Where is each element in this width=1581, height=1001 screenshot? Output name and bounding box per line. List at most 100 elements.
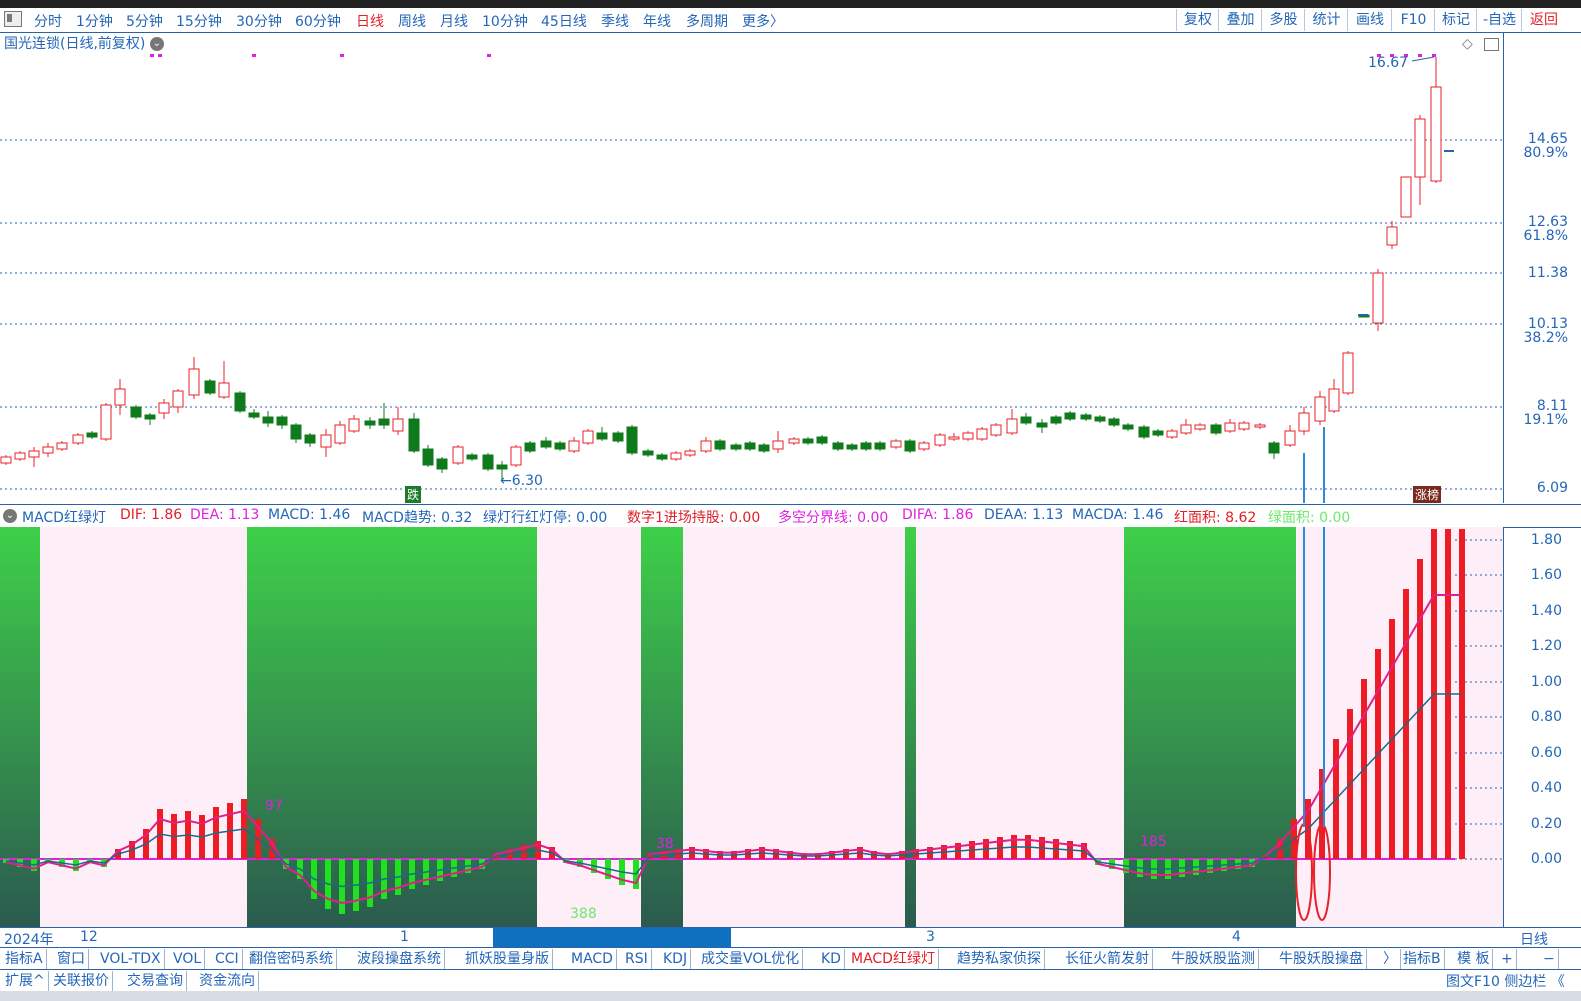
collapse-circle-icon[interactable]: ⌄ <box>3 509 17 523</box>
macd-indicator-chart[interactable] <box>0 527 1503 927</box>
toolbar-button-5[interactable]: F10 <box>1391 9 1435 31</box>
candle-body <box>482 454 494 470</box>
candle-body <box>234 392 246 412</box>
period-14[interactable]: 更多〉 <box>742 11 784 31</box>
period-10[interactable]: 45日线 <box>541 11 587 31</box>
candle-body <box>582 430 594 444</box>
candle-body <box>204 380 216 394</box>
indicator-tab-18[interactable]: 〉 <box>1380 949 1401 969</box>
green-zone-background <box>247 527 537 927</box>
period-12[interactable]: 年线 <box>643 11 671 31</box>
toolbar-button-3[interactable]: 统计 <box>1304 9 1348 31</box>
dropdown-circle-icon[interactable]: ⌄ <box>149 37 164 51</box>
candle-body <box>934 434 946 446</box>
period-3[interactable]: 15分钟 <box>176 11 222 31</box>
candle-body <box>596 432 608 440</box>
visible-range-highlight[interactable] <box>493 928 731 947</box>
period-11[interactable]: 季线 <box>601 11 629 31</box>
diamond-icon[interactable]: ◇ <box>1462 36 1473 52</box>
bottom-item-0[interactable]: 扩展^ <box>2 971 49 991</box>
indicator-tab-4[interactable]: CCI <box>212 949 243 969</box>
period-1[interactable]: 1分钟 <box>76 11 113 31</box>
period-7[interactable]: 周线 <box>398 11 426 31</box>
period-4[interactable]: 30分钟 <box>236 11 282 31</box>
indicator-tab-17[interactable]: 牛股妖股操盘 <box>1276 949 1367 969</box>
candle-body <box>1036 422 1048 428</box>
candle-body <box>540 440 552 448</box>
candle-body <box>14 452 26 460</box>
signal-dot <box>150 54 154 57</box>
toolbar-button-2[interactable]: 多股 <box>1261 9 1305 31</box>
period-2[interactable]: 5分钟 <box>126 11 163 31</box>
indicator-value-2: DEA: 1.13 <box>190 507 260 523</box>
candle-body <box>816 436 828 444</box>
indicator-tab-14[interactable]: 趋势私家侦探 <box>954 949 1045 969</box>
period-6[interactable]: 日线 <box>356 11 384 31</box>
indicator-tab-16[interactable]: 牛股妖股监测 <box>1168 949 1259 969</box>
candle-body <box>1400 176 1412 218</box>
indicator-tab-20[interactable]: 模 板 <box>1454 949 1494 969</box>
candle-body <box>1238 422 1250 430</box>
indicator-tab-0[interactable]: 指标A <box>2 949 47 969</box>
candlestick-chart[interactable] <box>0 33 1503 503</box>
die-tag: 跌 <box>405 486 422 503</box>
toolbar-button-8[interactable]: 返回 <box>1521 9 1566 31</box>
candle-body <box>436 458 448 470</box>
period-5[interactable]: 60分钟 <box>295 11 341 31</box>
date-label: 3 <box>926 929 935 945</box>
candle-body <box>904 440 916 452</box>
indicator-tab-15[interactable]: 长征火箭发射 <box>1062 949 1153 969</box>
indicator-tab-22[interactable]: − <box>1540 949 1559 969</box>
date-label: 1 <box>400 929 409 945</box>
indicator-tab-8[interactable]: MACD <box>568 949 617 969</box>
toolbar-button-4[interactable]: 画线 <box>1347 9 1392 31</box>
bottom-item-2[interactable]: 交易查询 <box>124 971 187 991</box>
indicator-tab-21[interactable]: + <box>1498 949 1517 969</box>
window-icon[interactable] <box>1484 38 1499 51</box>
indicator-tab-11[interactable]: 成交量VOL优化 <box>698 949 804 969</box>
period-13[interactable]: 多周期 <box>686 11 728 31</box>
bottom-right-links[interactable]: 图文F10 侧边栏 《 <box>1446 971 1565 991</box>
indicator-tab-12[interactable]: KD <box>818 949 845 969</box>
candle-body <box>1268 442 1280 454</box>
toolbar-button-6[interactable]: 标记 <box>1434 9 1477 31</box>
bottom-item-1[interactable]: 关联报价 <box>50 971 113 991</box>
period-9[interactable]: 10分钟 <box>482 11 528 31</box>
date-label: 12 <box>80 929 98 945</box>
panel-toggle-icon[interactable] <box>4 11 22 27</box>
period-name: 日线 <box>1520 932 1548 948</box>
indicator-tab-13[interactable]: MACD红绿灯 <box>848 949 939 969</box>
candle-body <box>642 450 654 456</box>
toolbar-button-7[interactable]: -自选 <box>1476 9 1522 31</box>
indicator-tab-10[interactable]: KDJ <box>660 949 692 969</box>
candle-body <box>1194 424 1206 430</box>
candle-body <box>290 424 302 440</box>
indicator-tab-5[interactable]: 翻倍密码系统 <box>246 949 337 969</box>
indicator-tab-9[interactable]: RSI <box>622 949 652 969</box>
indicator-axis-label: 0.80 <box>1530 709 1562 725</box>
candle-body <box>1210 424 1222 434</box>
indicator-tab-1[interactable]: 窗口 <box>54 949 89 969</box>
toolbar-button-0[interactable]: 复权 <box>1176 9 1219 31</box>
candle-body <box>700 440 712 452</box>
candle-body <box>172 390 184 408</box>
candle-body <box>42 446 54 454</box>
period-0[interactable]: 分时 <box>34 11 62 31</box>
indicator-value-1: DIF: 1.86 <box>120 507 183 523</box>
candle-body <box>1314 396 1326 422</box>
indicator-tab-7[interactable]: 抓妖股量身版 <box>462 949 553 969</box>
bottom-item-3[interactable]: 资金流向 <box>196 971 259 991</box>
candle-body <box>1254 424 1266 428</box>
candle-body <box>188 368 200 396</box>
indicator-tab-6[interactable]: 波段操盘系统 <box>354 949 445 969</box>
indicator-tab-3[interactable]: VOL <box>170 949 206 969</box>
period-8[interactable]: 月线 <box>440 11 468 31</box>
indicator-axis-label: 0.40 <box>1530 780 1562 796</box>
indicator-tab-19[interactable]: 指标B <box>1400 949 1445 969</box>
candle-body <box>466 454 478 460</box>
candle-body <box>744 442 756 450</box>
toolbar-button-1[interactable]: 叠加 <box>1218 9 1262 31</box>
indicator-tab-2[interactable]: VOL-TDX <box>97 949 165 969</box>
indicator-value-6: 数字1进场持股: 0.00 <box>627 510 761 526</box>
indicator-value-3: MACD: 1.46 <box>268 507 351 523</box>
